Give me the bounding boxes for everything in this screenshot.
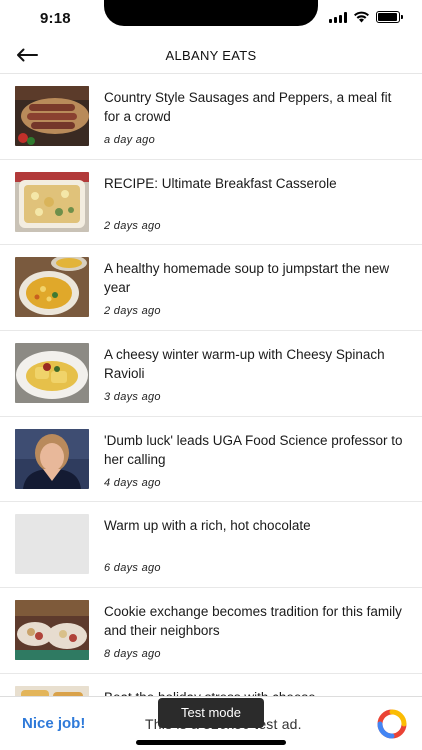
article-title: Warm up with a rich, hot chocolate [104, 518, 311, 534]
casserole-photo [15, 171, 89, 232]
article-date: 6 days ago [104, 562, 161, 575]
list-item[interactable]: A healthy homemade soup to jumpstart the… [0, 245, 422, 332]
battery-icon [376, 11, 403, 23]
article-date: a day ago [104, 134, 156, 146]
article-title: Country Style Sausages and Peppers, a me… [104, 90, 392, 124]
status-time: 9:18 [40, 10, 71, 27]
ravioli-photo [15, 343, 89, 404]
cellular-signal-icon [329, 11, 347, 23]
article-date: 8 days ago [104, 648, 161, 661]
device-notch [104, 0, 318, 26]
article-date: 2 days ago [104, 305, 161, 318]
article-date: 4 days ago [104, 476, 161, 489]
list-item[interactable]: Cookie exchange becomes tradition for th… [0, 588, 422, 674]
status-bar: 9:18 [0, 0, 422, 38]
nav-header: ALBANY EATS [0, 38, 422, 74]
wifi-icon [354, 11, 369, 23]
list-item[interactable]: Country Style Sausages and Peppers, a me… [0, 74, 422, 160]
article-title: Beat the holiday stress with cheese [104, 688, 404, 696]
list-item[interactable]: RECIPE: Ultimate Breakfast Casserole 2 d… [0, 160, 422, 246]
ad-headline[interactable]: Nice job! [22, 715, 85, 732]
list-item[interactable]: A cheesy winter warm-up with Cheesy Spin… [0, 331, 422, 417]
status-icons [329, 11, 403, 23]
cookies-photo [15, 600, 89, 661]
article-date: 2 days ago [104, 219, 161, 232]
professor-portrait [15, 428, 89, 489]
article-list[interactable]: Country Style Sausages and Peppers, a me… [0, 74, 422, 696]
article-title: Cookie exchange becomes tradition for th… [104, 604, 402, 639]
list-item[interactable]: 'Dumb luck' leads UGA Food Science profe… [0, 417, 422, 503]
sausages-photo [15, 86, 89, 146]
article-title: 'Dumb luck' leads UGA Food Science profe… [104, 432, 403, 467]
page-title: ALBANY EATS [165, 48, 257, 63]
article-title: A healthy homemade soup to jumpstart the… [104, 261, 390, 296]
list-item[interactable]: Warm up with a rich, hot chocolate 6 day… [0, 502, 422, 589]
admob-logo-icon[interactable] [376, 709, 408, 739]
soup-photo [15, 257, 89, 318]
article-title: A cheesy winter warm-up with Cheesy Spin… [104, 347, 385, 382]
article-date: 3 days ago [104, 391, 161, 404]
home-indicator[interactable] [136, 740, 286, 745]
image-placeholder [15, 514, 89, 575]
list-item[interactable]: Beat the holiday stress with cheese [0, 674, 422, 696]
article-title: RECIPE: Ultimate Breakfast Casserole [104, 175, 337, 191]
battery-level [378, 13, 397, 21]
cheese-photo [15, 685, 89, 696]
test-mode-badge: Test mode [158, 698, 264, 728]
